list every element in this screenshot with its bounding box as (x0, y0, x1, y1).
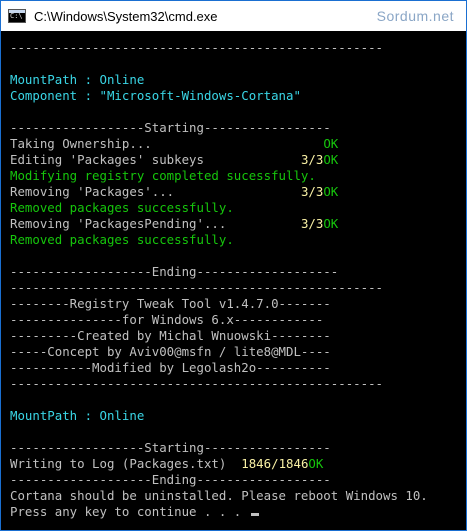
console-text-segment: 1846/1846 (241, 456, 309, 471)
console-line: Taking Ownership... OK (10, 136, 466, 152)
console-line: Modifying registry completed sucessfully… (10, 168, 466, 184)
console-text-segment: Writing to Log (Packages.txt) (10, 456, 242, 471)
console-line: ----------------------------------------… (10, 40, 466, 56)
console-text: Removed packages successfully. (10, 232, 234, 247)
console-text-segment: 3/3 (300, 152, 324, 167)
console-text: ---------------for Windows 6.x----------… (10, 312, 324, 327)
console-text: -----Concept by Aviv00@msfn / lite8@MDL-… (10, 344, 331, 359)
console-line: ----------------------------------------… (10, 376, 466, 392)
console-line: ------------------Starting--------------… (10, 440, 466, 456)
console-text: -----------Modified by Legolash2o-------… (10, 360, 331, 375)
console-line: Component : "Microsoft-Windows-Cortana" (10, 88, 466, 104)
console-line: Cortana should be uninstalled. Please re… (10, 488, 466, 504)
console-line: ----------------------------------------… (10, 280, 466, 296)
console-text-segment: OK (323, 152, 339, 167)
console-text: Cortana should be uninstalled. Please re… (10, 488, 428, 503)
console-line: ---------------for Windows 6.x----------… (10, 312, 466, 328)
console-text: ----------------------------------------… (10, 40, 383, 55)
console-line: Removing 'Packages'... 3/3OK (10, 184, 466, 200)
console-line: -------------------Ending---------------… (10, 264, 466, 280)
console-output[interactable]: ----------------------------------------… (1, 31, 466, 530)
site-watermark: Sordum.net (376, 8, 454, 24)
console-line: Writing to Log (Packages.txt) 1846/1846O… (10, 456, 466, 472)
console-text: Modifying registry completed sucessfully… (10, 168, 316, 183)
console-text: ------------------Starting--------------… (10, 120, 331, 135)
window-title: C:\Windows\System32\cmd.exe (34, 8, 218, 24)
console-text: ------------------Starting--------------… (10, 440, 331, 455)
console-line: -----Concept by Aviv00@msfn / lite8@MDL-… (10, 344, 466, 360)
console-line: Press any key to continue . . . (10, 504, 466, 520)
cmd-window: C:\Windows\System32\cmd.exe Sordum.net -… (0, 0, 467, 531)
console-line: Editing 'Packages' subkeys 3/3OK (10, 152, 466, 168)
console-line: -----------Modified by Legolash2o-------… (10, 360, 466, 376)
console-line: -------------------Ending---------------… (10, 472, 466, 488)
console-line: ------------------Starting--------------… (10, 120, 466, 136)
console-text-segment: Editing 'Packages' subkeys (10, 152, 301, 167)
console-line: Removed packages successfully. (10, 232, 466, 248)
console-text: ----------------------------------------… (10, 376, 383, 391)
console-line: MountPath : Online (10, 408, 466, 424)
console-text-segment: OK (323, 136, 339, 151)
console-text: ----------------------------------------… (10, 280, 383, 295)
console-text: MountPath : Online (10, 408, 145, 423)
console-text: --------Registry Tweak Tool v1.4.7.0----… (10, 296, 331, 311)
title-bar[interactable]: C:\Windows\System32\cmd.exe Sordum.net (1, 1, 466, 31)
console-line: --------Registry Tweak Tool v1.4.7.0----… (10, 296, 466, 312)
console-text: Press any key to continue . . . (10, 504, 249, 519)
console-text-segment: OK (308, 456, 324, 471)
console-text-segment: 3/3 (300, 184, 324, 199)
console-text-segment: Removing 'Packages'... (10, 184, 301, 199)
console-text-segment: Removing 'PackagesPending'... (10, 216, 301, 231)
console-text-segment: 3/3 (300, 216, 324, 231)
console-text: MountPath : Online (10, 72, 145, 87)
console-line: Removed packages successfully. (10, 200, 466, 216)
text-cursor (250, 513, 259, 516)
console-text: Component : "Microsoft-Windows-Cortana" (10, 88, 301, 103)
console-text-segment: OK (323, 184, 339, 199)
console-text-segment: Taking Ownership... (10, 136, 324, 151)
console-line: ---------Created by Michal Wnuowski-----… (10, 328, 466, 344)
console-line: MountPath : Online (10, 72, 466, 88)
console-text: ---------Created by Michal Wnuowski-----… (10, 328, 331, 343)
cmd-app-icon[interactable] (8, 9, 26, 23)
console-text: -------------------Ending---------------… (10, 264, 339, 279)
console-text: Removed packages successfully. (10, 200, 234, 215)
console-text-segment: OK (323, 216, 339, 231)
console-line: Removing 'PackagesPending'... 3/3OK (10, 216, 466, 232)
console-text: -------------------Ending---------------… (10, 472, 331, 487)
